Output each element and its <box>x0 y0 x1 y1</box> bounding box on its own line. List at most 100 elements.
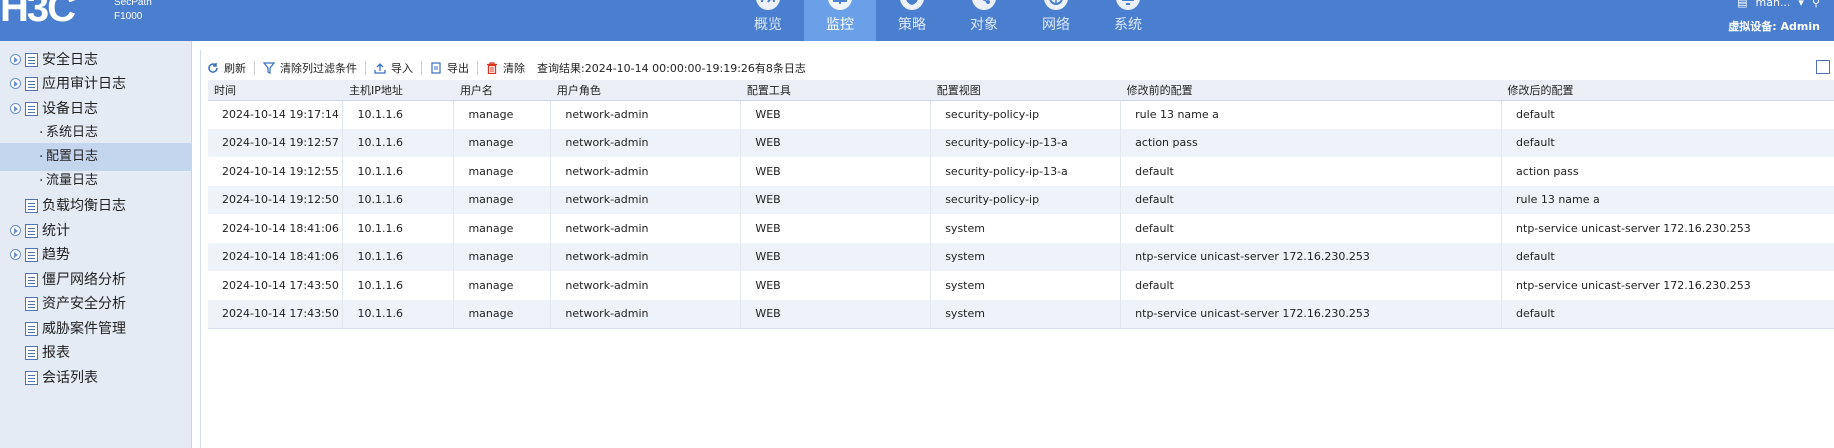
table-cell: WEB <box>740 185 932 214</box>
table-row[interactable]: 2024-10-14 18:41:06 10.1.1.6 manage network… <box>208 214 1834 243</box>
expand-icon[interactable] <box>10 54 21 65</box>
user-row[interactable]: ▤ man... ▾ ⚲ <box>1728 0 1820 12</box>
log-icon <box>25 273 38 287</box>
import-label: 导入 <box>391 62 413 75</box>
table-row[interactable]: 2024-10-14 18:41:06 10.1.1.6 manage network… <box>208 242 1834 271</box>
table-row[interactable]: 2024-10-14 17:43:50 10.1.1.6 manage network… <box>208 271 1834 300</box>
column-header[interactable]: 主机IP地址 <box>342 80 454 101</box>
product-line-2: F1000 <box>114 11 143 22</box>
toolbar: 刷新 清除列过滤条件 导入 导出 清除 查询结果: 2024-10-14 00:… <box>201 58 806 78</box>
table-cell: rule 13 name a <box>1501 185 1834 214</box>
nav-tab-label: 策略 <box>898 17 926 33</box>
expand-icon[interactable] <box>10 249 21 260</box>
nav-tab-label: 对象 <box>970 17 998 33</box>
table-cell: ntp-service unicast-server 172.16.230.25… <box>1120 299 1503 329</box>
nav-tab-5[interactable]: 系统 <box>1092 0 1164 41</box>
table-cell: action pass <box>1120 128 1503 157</box>
export-button[interactable]: 导出 <box>424 60 475 76</box>
sidebar: 安全日志 应用审计日志 设备日志 · 系统日志 · 配置日志 · 流量日志 负载均衡日志 统计 趋势僵… <box>0 41 192 448</box>
main-content: 刷新 清除列过滤条件 导入 导出 清除 查询结果: 2024-10-14 00:… <box>200 50 1834 448</box>
nav-tab-2[interactable]: 策略 <box>876 0 948 41</box>
nav-tab-1[interactable]: 监控 <box>804 0 876 41</box>
virtual-device[interactable]: 虚拟设备: Admin <box>1728 18 1820 36</box>
sidebar-item-10[interactable]: 资产安全分析 <box>0 290 192 318</box>
expand-icon[interactable] <box>10 225 21 236</box>
table-cell: 2024-10-14 18:41:06 <box>208 242 344 271</box>
sidebar-item-label: 报表 <box>42 345 70 361</box>
table-cell: WEB <box>740 299 932 329</box>
column-header[interactable]: 配置工具 <box>740 80 931 101</box>
expand-icon[interactable] <box>10 78 21 89</box>
bullet-icon: · <box>39 173 44 189</box>
export-label: 导出 <box>447 62 469 75</box>
user-name: man... <box>1755 0 1791 9</box>
sidebar-item-6[interactable]: 负载均衡日志 <box>0 192 192 220</box>
table-row[interactable]: 2024-10-14 19:17:14 10.1.1.6 manage network… <box>208 100 1834 129</box>
table-cell: 2024-10-14 19:17:14 <box>208 100 344 129</box>
system-monitor-icon <box>1116 0 1140 10</box>
refresh-button[interactable]: 刷新 <box>201 60 252 76</box>
import-button[interactable]: 导入 <box>368 60 419 76</box>
clear-button[interactable]: 清除 <box>480 60 531 76</box>
product-name: SecPath F1000 <box>114 0 152 24</box>
table-cell: default <box>1501 100 1834 129</box>
search-icon[interactable]: ⚲ <box>1812 0 1820 12</box>
table-row[interactable]: 2024-10-14 17:43:50 10.1.1.6 manage network… <box>208 299 1834 329</box>
table-cell: 10.1.1.6 <box>342 185 455 214</box>
nav-tab-label: 网络 <box>1042 17 1070 33</box>
column-settings-icon[interactable] <box>1816 60 1830 74</box>
table-cell: 2024-10-14 17:43:50 <box>208 271 344 300</box>
table-cell: network-admin <box>550 271 742 300</box>
user-area: ▤ man... ▾ ⚲ 虚拟设备: Admin <box>1728 0 1820 36</box>
table-cell: WEB <box>740 157 932 186</box>
table-row[interactable]: 2024-10-14 19:12:55 10.1.1.6 manage network… <box>208 157 1834 186</box>
sidebar-item-label: 趋势 <box>42 247 70 263</box>
sidebar-item-8[interactable]: 趋势 <box>0 241 192 269</box>
expand-icon[interactable] <box>10 103 21 114</box>
sidebar-item-label: 应用审计日志 <box>42 76 126 92</box>
toolbar-divider <box>254 61 255 75</box>
sidebar-item-1[interactable]: 应用审计日志 <box>0 70 192 98</box>
table-cell: security-policy-ip <box>930 100 1122 129</box>
product-line-1: SecPath <box>114 0 152 8</box>
nav-tab-0[interactable]: 概览 <box>732 0 804 41</box>
network-globe-icon <box>1044 0 1068 10</box>
toolbar-divider <box>365 61 366 75</box>
table-cell: network-admin <box>550 214 742 243</box>
table-row[interactable]: 2024-10-14 19:12:57 10.1.1.6 manage network… <box>208 128 1834 157</box>
table-row[interactable]: 2024-10-14 19:12:50 10.1.1.6 manage network… <box>208 185 1834 214</box>
column-header[interactable]: 时间 <box>208 80 343 101</box>
sidebar-item-12[interactable]: 报表 <box>0 339 192 367</box>
table-cell: WEB <box>740 271 932 300</box>
filter-icon <box>263 62 275 74</box>
sidebar-item-5[interactable]: · 流量日志 <box>0 167 192 195</box>
column-header[interactable]: 用户名 <box>453 80 551 101</box>
column-header[interactable]: 修改后的配置 <box>1501 80 1834 101</box>
table-cell: 2024-10-14 19:12:57 <box>208 128 344 157</box>
user-icon: ▤ <box>1737 0 1748 9</box>
policy-shield-icon <box>900 0 924 10</box>
table-cell: security-policy-ip <box>930 185 1122 214</box>
table-cell: manage <box>453 242 552 271</box>
table-cell: 2024-10-14 19:12:55 <box>208 157 344 186</box>
virtual-device-value: Admin <box>1780 20 1820 33</box>
table-cell: 2024-10-14 17:43:50 <box>208 299 344 329</box>
table-cell: default <box>1120 214 1503 243</box>
table-cell: rule 13 name a <box>1120 100 1503 129</box>
nav-tab-4[interactable]: 网络 <box>1020 0 1092 41</box>
main-nav: 概览 监控 策略 对象 网络 系统 <box>732 0 1164 41</box>
column-header[interactable]: 配置视图 <box>930 80 1121 101</box>
nav-tab-3[interactable]: 对象 <box>948 0 1020 41</box>
log-icon <box>25 199 38 213</box>
column-header[interactable]: 用户角色 <box>550 80 741 101</box>
overview-icon <box>756 0 780 10</box>
column-header[interactable]: 修改前的配置 <box>1120 80 1502 101</box>
table-cell: 10.1.1.6 <box>342 100 455 129</box>
clear-filter-button[interactable]: 清除列过滤条件 <box>257 60 363 76</box>
monitor-icon <box>828 0 852 10</box>
table-cell: ntp-service unicast-server 172.16.230.25… <box>1501 271 1834 300</box>
brand-logo: H3C <box>0 0 76 30</box>
table-cell: 10.1.1.6 <box>342 157 455 186</box>
sidebar-item-13[interactable]: 会话列表 <box>0 364 192 392</box>
query-result-value: 2024-10-14 00:00:00-19:19:26有8条日志 <box>584 62 806 75</box>
